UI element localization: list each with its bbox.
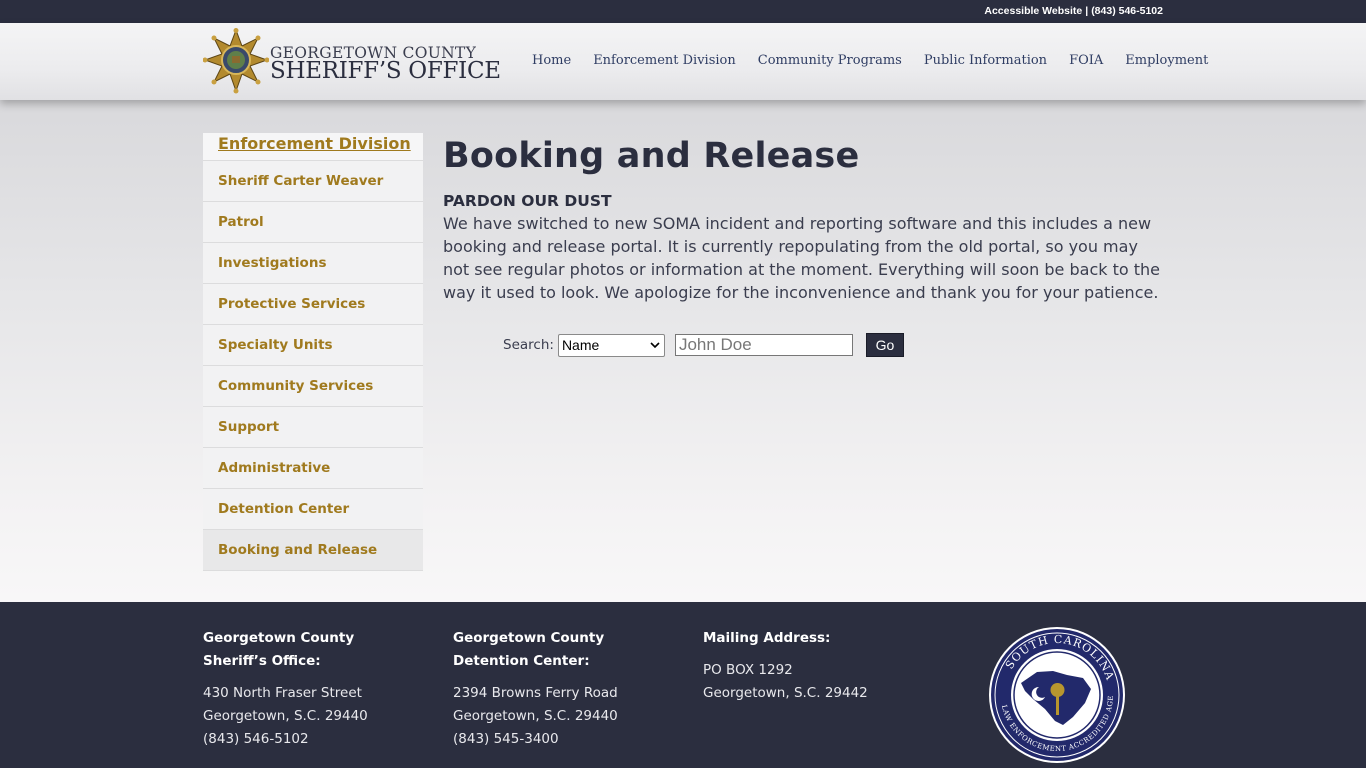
go-button[interactable]: Go — [865, 333, 904, 357]
search-label: Search: — [503, 337, 554, 353]
footer-mailing-heading: Mailing Address: — [703, 630, 831, 646]
nav-home[interactable]: Home — [532, 53, 571, 68]
logo-line-2: SHERIFF’S OFFICE — [270, 58, 501, 84]
notice-body: We have switched to new SOMA incident an… — [443, 214, 1160, 302]
footer-mailing-line1: PO BOX 1292 — [703, 662, 793, 678]
search-input[interactable]: John Doe — [674, 334, 853, 356]
footer-mailing-address: PO BOX 1292 Georgetown, S.C. 29442 — [703, 659, 913, 705]
sidebar-item-protective-services[interactable]: Protective Services — [203, 284, 423, 325]
sidebar-item-investigations[interactable]: Investigations — [203, 243, 423, 284]
main-content: Booking and Release PARDON OUR DUST We h… — [443, 136, 1163, 357]
sidebar-title-link[interactable]: Enforcement Division — [203, 133, 423, 161]
site-footer: Georgetown County Sheriff’s Office: 430 … — [0, 602, 1366, 768]
sidebar-item-patrol[interactable]: Patrol — [203, 202, 423, 243]
footer-office: Georgetown County Sheriff’s Office: 430 … — [203, 627, 413, 751]
sidebar-item-community-services[interactable]: Community Services — [203, 366, 423, 407]
site-header: GEORGETOWN COUNTY SHERIFF’S OFFICE Home … — [0, 23, 1366, 100]
sidebar-item-sheriff-carter-weaver[interactable]: Sheriff Carter Weaver — [203, 161, 423, 202]
footer-office-phone[interactable]: (843) 546-5102 — [203, 731, 309, 747]
accreditation-seal-icon: SOUTH CAROLINA LAW ENFORCEMENT ACCREDITE… — [987, 625, 1125, 763]
main-nav: Home Enforcement Division Community Prog… — [532, 53, 1230, 68]
search-type-select[interactable]: Name — [557, 333, 665, 357]
footer-office-line1: 430 North Fraser Street — [203, 685, 362, 701]
sidebar-item-support[interactable]: Support — [203, 407, 423, 448]
footer-detention-line2: Georgetown, S.C. 29440 — [453, 708, 618, 724]
footer-office-heading: Georgetown County Sheriff’s Office: — [203, 630, 355, 669]
top-bar: Accessible Website | (843) 546-5102 — [0, 0, 1366, 23]
nav-foia[interactable]: FOIA — [1069, 53, 1103, 68]
search-input-placeholder: John Doe — [678, 335, 752, 354]
nav-public-information[interactable]: Public Information — [924, 53, 1047, 68]
footer-detention-heading: Georgetown County Detention Center: — [453, 630, 605, 669]
footer-detention-line1: 2394 Browns Ferry Road — [453, 685, 618, 701]
chevron-down-icon — [650, 342, 660, 349]
footer-office-address: 430 North Fraser Street Georgetown, S.C.… — [203, 682, 413, 751]
topbar-phone-link[interactable]: (843) 546-5102 — [1091, 5, 1163, 17]
topbar-separator: | — [1085, 5, 1089, 17]
page-title: Booking and Release — [443, 136, 860, 176]
notice-heading: PARDON OUR DUST — [443, 192, 612, 210]
footer-detention: Georgetown County Detention Center: 2394… — [453, 627, 663, 751]
footer-office-line2: Georgetown, S.C. 29440 — [203, 708, 368, 724]
search-type-value: Name — [561, 337, 600, 353]
accessible-website-link[interactable]: Accessible Website — [984, 5, 1082, 17]
site-logo[interactable]: GEORGETOWN COUNTY SHERIFF’S OFFICE — [203, 28, 503, 96]
sidebar: Enforcement Division Sheriff Carter Weav… — [203, 133, 423, 571]
sidebar-item-detention-center[interactable]: Detention Center — [203, 489, 423, 530]
footer-detention-address: 2394 Browns Ferry Road Georgetown, S.C. … — [453, 682, 663, 751]
nav-community-programs[interactable]: Community Programs — [758, 53, 902, 68]
footer-mailing: Mailing Address: PO BOX 1292 Georgetown,… — [703, 627, 913, 705]
sidebar-item-specialty-units[interactable]: Specialty Units — [203, 325, 423, 366]
topbar-links: Accessible Website | (843) 546-5102 — [984, 5, 1163, 17]
nav-enforcement-division[interactable]: Enforcement Division — [593, 53, 736, 68]
sidebar-item-administrative[interactable]: Administrative — [203, 448, 423, 489]
sheriff-star-badge-icon — [203, 28, 269, 94]
footer-detention-phone[interactable]: (843) 545-3400 — [453, 731, 559, 747]
footer-mailing-line2: Georgetown, S.C. 29442 — [703, 685, 868, 701]
search-form: Search: Name John Doe Go — [503, 333, 904, 357]
sidebar-item-booking-and-release[interactable]: Booking and Release — [203, 530, 423, 571]
nav-employment[interactable]: Employment — [1125, 53, 1208, 68]
